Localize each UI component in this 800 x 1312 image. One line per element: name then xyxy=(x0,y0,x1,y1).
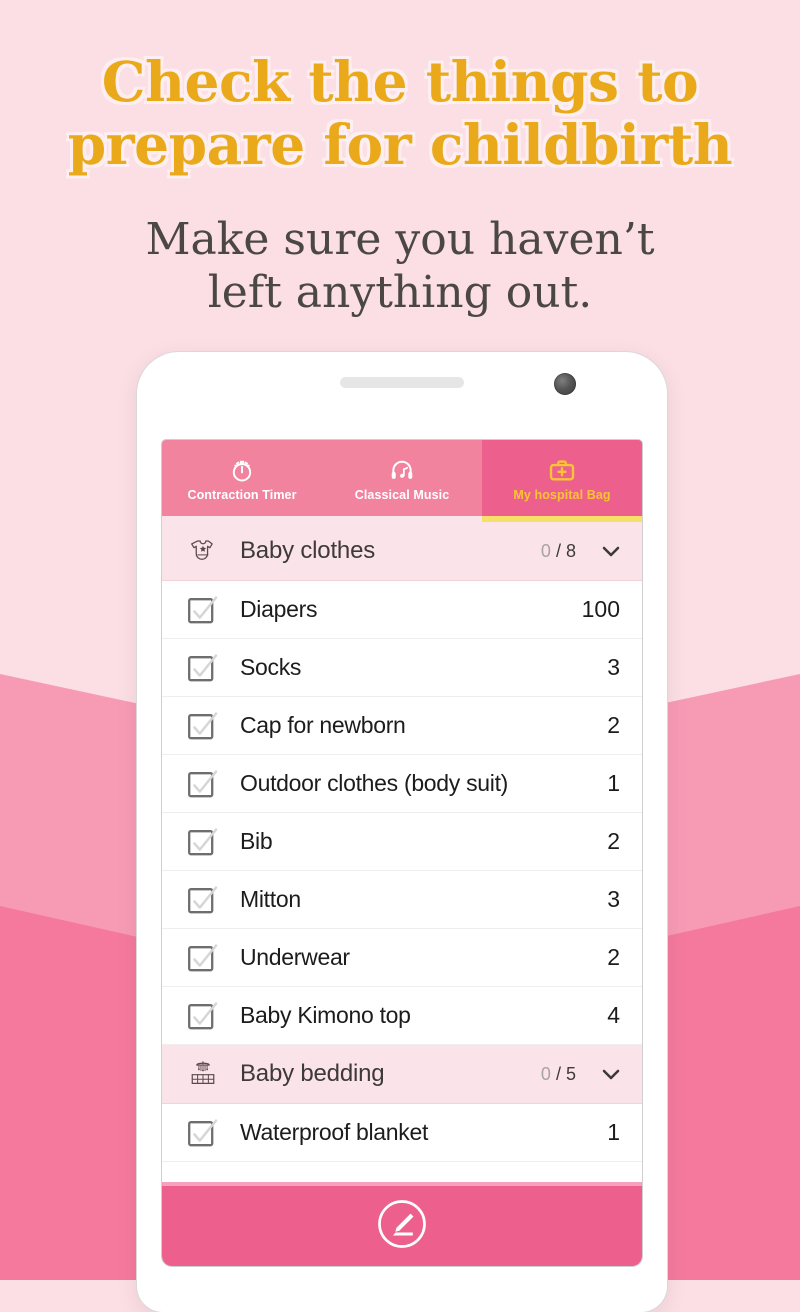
table-row[interactable]: Mitton 3 xyxy=(162,871,642,929)
tab-label-my-hospital-bag: My hospital Bag xyxy=(513,487,611,502)
checkbox-waterproof-blanket[interactable] xyxy=(182,1116,224,1150)
section-count-baby-bedding: 0 / 5 xyxy=(541,1064,598,1085)
headphones-note-icon xyxy=(388,455,416,485)
promo-subheadline-line-2: left anything out. xyxy=(207,267,593,318)
item-quantity: 1 xyxy=(607,1119,620,1145)
checkbox-socks[interactable] xyxy=(182,651,224,685)
promo-subheadline-line-1: Make sure you haven’t xyxy=(145,214,655,265)
checklist: Baby clothes 0 / 8 Diapers 100 Socks 3 C… xyxy=(162,522,642,1182)
item-label: Underwear xyxy=(240,944,350,970)
edit-action-bar[interactable] xyxy=(162,1182,642,1266)
stopwatch-icon xyxy=(228,455,256,485)
table-row[interactable]: Cap for newborn 2 xyxy=(162,697,642,755)
promo-headline: Check the things to prepare for childbir… xyxy=(0,50,800,176)
item-quantity: 2 xyxy=(607,712,620,738)
section-count-baby-clothes: 0 / 8 xyxy=(541,541,598,562)
section-count-separator: / xyxy=(555,540,561,561)
tab-contraction-timer[interactable]: Contraction Timer xyxy=(162,440,322,516)
item-label: Cap for newborn xyxy=(240,712,406,738)
phone-mockup: Contraction Timer Classical Music My hos… xyxy=(137,352,667,1312)
promo-headline-line-2: prepare for childbirth xyxy=(67,112,733,177)
tab-my-hospital-bag[interactable]: My hospital Bag xyxy=(482,440,642,516)
section-count-separator: / xyxy=(555,1063,561,1084)
section-header-baby-bedding[interactable]: Baby bedding 0 / 5 xyxy=(162,1045,642,1104)
checkbox-outdoor-clothes[interactable] xyxy=(182,767,224,801)
table-row[interactable]: Underwear 2 xyxy=(162,929,642,987)
item-quantity: 2 xyxy=(607,944,620,970)
item-label: Socks xyxy=(240,654,302,680)
section-title-baby-bedding: Baby bedding xyxy=(240,1060,385,1087)
section-checked-count: 0 xyxy=(540,540,551,561)
table-row[interactable]: Baby Kimono top 4 xyxy=(162,987,642,1045)
checkbox-mitton[interactable] xyxy=(182,883,224,917)
checkbox-bib[interactable] xyxy=(182,825,224,859)
chevron-down-icon[interactable] xyxy=(598,1062,624,1086)
promo-copy: Check the things to prepare for childbir… xyxy=(0,0,800,319)
item-quantity: 4 xyxy=(607,1002,620,1028)
edit-pencil-circle-icon[interactable] xyxy=(375,1197,429,1256)
onesie-icon xyxy=(182,535,224,567)
item-quantity: 2 xyxy=(607,828,620,854)
item-label: Diapers xyxy=(240,596,318,622)
item-label: Baby Kimono top xyxy=(240,1002,411,1028)
section-title-baby-clothes: Baby clothes xyxy=(240,537,376,564)
checkbox-baby-kimono-top[interactable] xyxy=(182,999,224,1033)
app-tab-bar: Contraction Timer Classical Music My hos… xyxy=(162,440,642,516)
tab-classical-music[interactable]: Classical Music xyxy=(322,440,482,516)
promo-subheadline: Make sure you haven’t left anything out. xyxy=(0,213,800,319)
app-screen: Contraction Timer Classical Music My hos… xyxy=(162,440,642,1266)
item-quantity: 3 xyxy=(607,886,620,912)
chevron-down-icon[interactable] xyxy=(598,539,624,563)
promo-headline-line-1: Check the things to xyxy=(101,49,699,114)
checkbox-cap-for-newborn[interactable] xyxy=(182,709,224,743)
item-label: Waterproof blanket xyxy=(240,1119,429,1145)
item-quantity: 3 xyxy=(607,654,620,680)
item-label: Bib xyxy=(240,828,273,854)
item-quantity: 100 xyxy=(581,596,620,622)
tab-label-classical-music: Classical Music xyxy=(354,487,450,502)
table-row[interactable]: Diapers 100 xyxy=(162,581,642,639)
phone-top-bezel xyxy=(137,352,667,440)
phone-front-camera xyxy=(554,373,576,395)
tab-label-contraction-timer: Contraction Timer xyxy=(187,487,297,502)
table-row[interactable]: Socks 3 xyxy=(162,639,642,697)
table-row[interactable]: Waterproof blanket 1 xyxy=(162,1104,642,1162)
section-total-count: 5 xyxy=(565,1063,576,1084)
item-label: Mitton xyxy=(240,886,301,912)
section-total-count: 8 xyxy=(565,540,576,561)
medical-bag-icon xyxy=(547,455,577,485)
section-header-baby-clothes[interactable]: Baby clothes 0 / 8 xyxy=(162,522,642,581)
item-label: Outdoor clothes (body suit) xyxy=(240,770,509,796)
checkbox-underwear[interactable] xyxy=(182,941,224,975)
crib-icon xyxy=(182,1058,224,1090)
table-row[interactable]: Outdoor clothes (body suit) 1 xyxy=(162,755,642,813)
checkbox-diapers[interactable] xyxy=(182,593,224,627)
table-row[interactable]: Bib 2 xyxy=(162,813,642,871)
phone-speaker-grille xyxy=(340,377,464,388)
section-checked-count: 0 xyxy=(540,1063,551,1084)
item-quantity: 1 xyxy=(607,770,620,796)
